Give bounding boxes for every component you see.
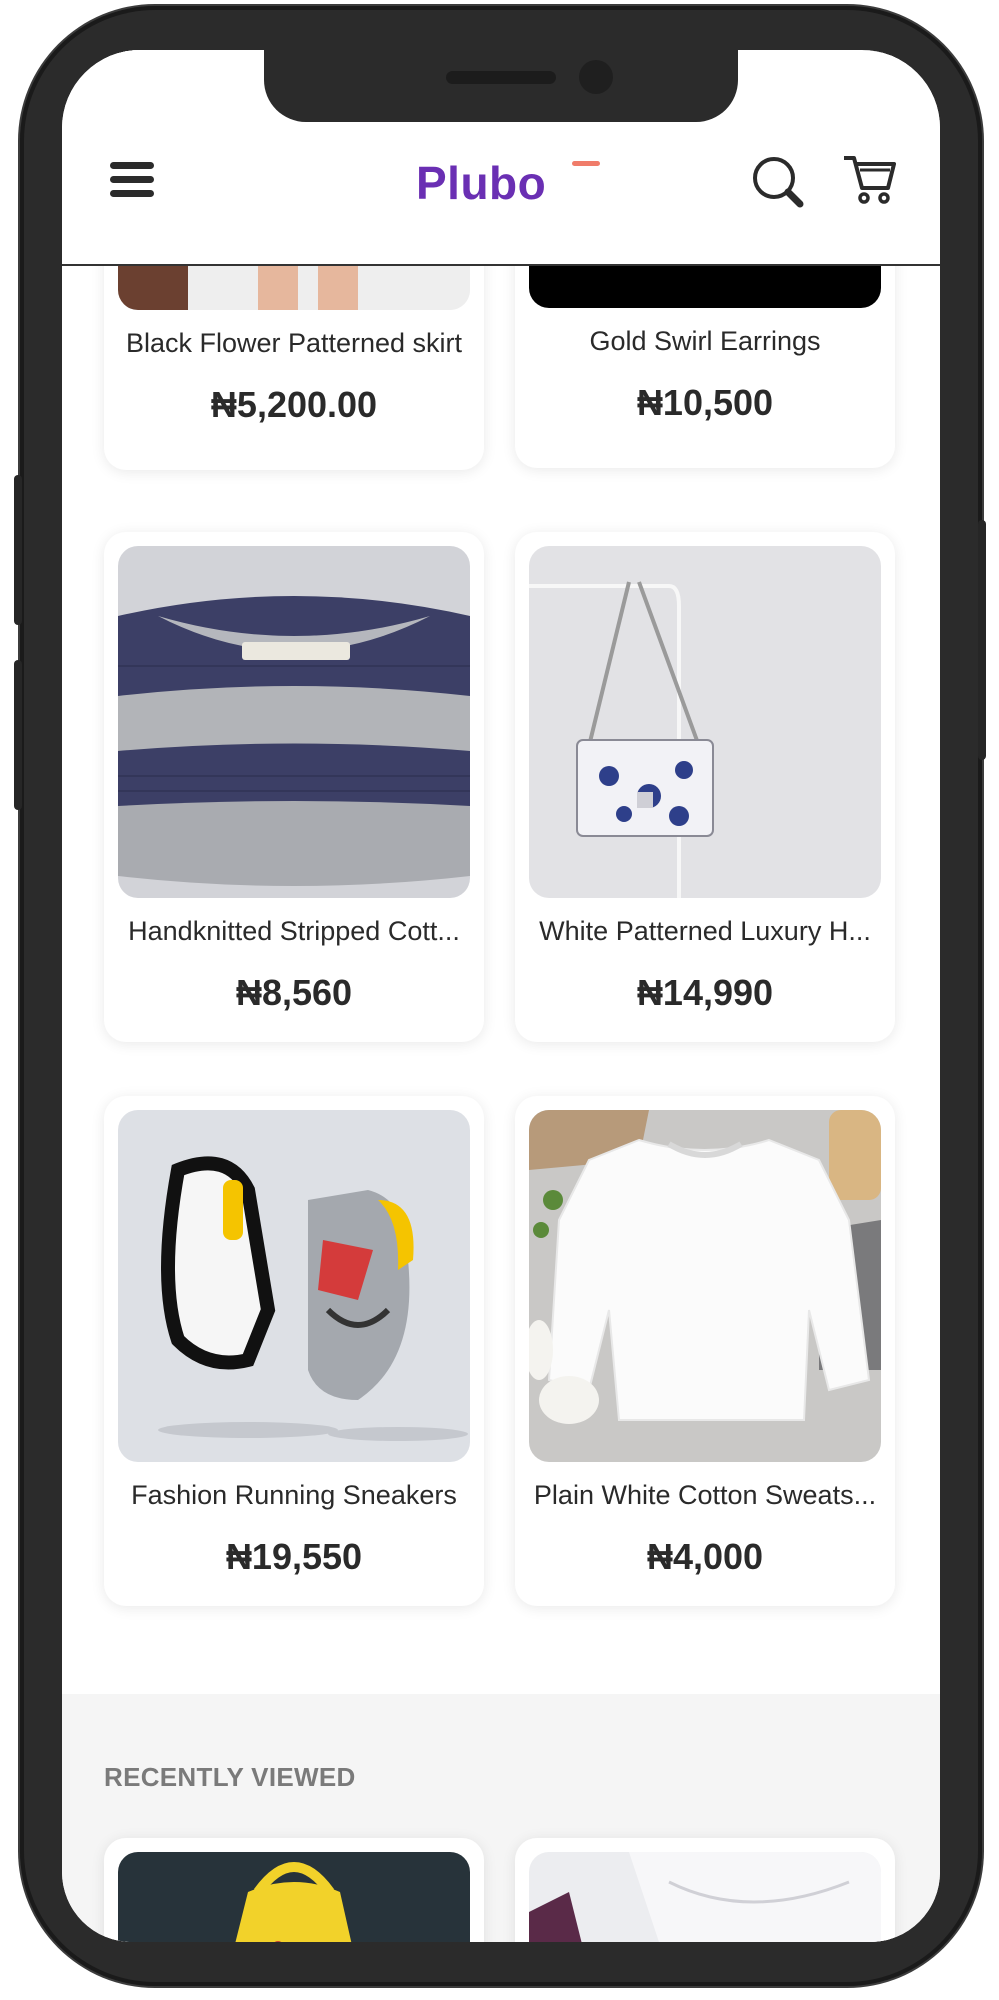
front-camera (579, 60, 613, 94)
product-name: Gold Swirl Earrings (589, 326, 821, 356)
product-price: ₦19,550 (225, 1536, 363, 1577)
product-name: Fashion Running Sneakers (131, 1480, 457, 1510)
product-price: ₦8,560 (235, 972, 353, 1013)
product-card[interactable]: Plain White Cotton Sweats... ₦4,000 (515, 1096, 895, 1606)
app-screen: Black Flower Patterned skirt ₦5,200.00 G… (62, 50, 940, 1942)
product-card[interactable]: White Patterned Luxury H... ₦14,990 (515, 532, 895, 1042)
search-icon[interactable] (750, 154, 806, 210)
product-image (118, 1110, 470, 1462)
recent-product-card[interactable] (515, 1838, 895, 1942)
product-name: White Patterned Luxury H... (539, 916, 871, 946)
product-image (118, 546, 470, 898)
product-card[interactable]: Handknitted Stripped Cott... ₦8,560 (104, 532, 484, 1042)
recent-product-card[interactable] (104, 1838, 484, 1942)
product-image (529, 1852, 881, 1942)
product-image (529, 546, 881, 898)
product-card[interactable]: Fashion Running Sneakers ₦19,550 (104, 1096, 484, 1606)
product-price: ₦5,200.00 (210, 384, 378, 425)
hamburger-menu-icon[interactable] (110, 162, 154, 202)
product-price: ₦10,500 (636, 382, 774, 423)
phone-power-button (978, 520, 986, 760)
phone-volume-button (14, 475, 22, 625)
product-image (118, 1852, 470, 1942)
product-price: ₦14,990 (636, 972, 774, 1013)
product-name: Handknitted Stripped Cott... (128, 916, 460, 946)
product-image (529, 1110, 881, 1462)
product-name: Black Flower Patterned skirt (125, 328, 463, 358)
phone-notch (264, 50, 738, 122)
recently-viewed-section: RECENTLY VIEWED (62, 1694, 940, 1942)
app-logo[interactable]: Plubo (416, 156, 546, 210)
section-title: RECENTLY VIEWED (104, 1762, 356, 1792)
speaker-grille (446, 71, 556, 84)
product-price: ₦4,000 (646, 1536, 764, 1577)
logo-accent-bar (572, 161, 600, 166)
shopping-cart-icon[interactable] (840, 150, 900, 210)
phone-volume-button (14, 660, 22, 810)
product-name: Plain White Cotton Sweats... (533, 1480, 877, 1510)
